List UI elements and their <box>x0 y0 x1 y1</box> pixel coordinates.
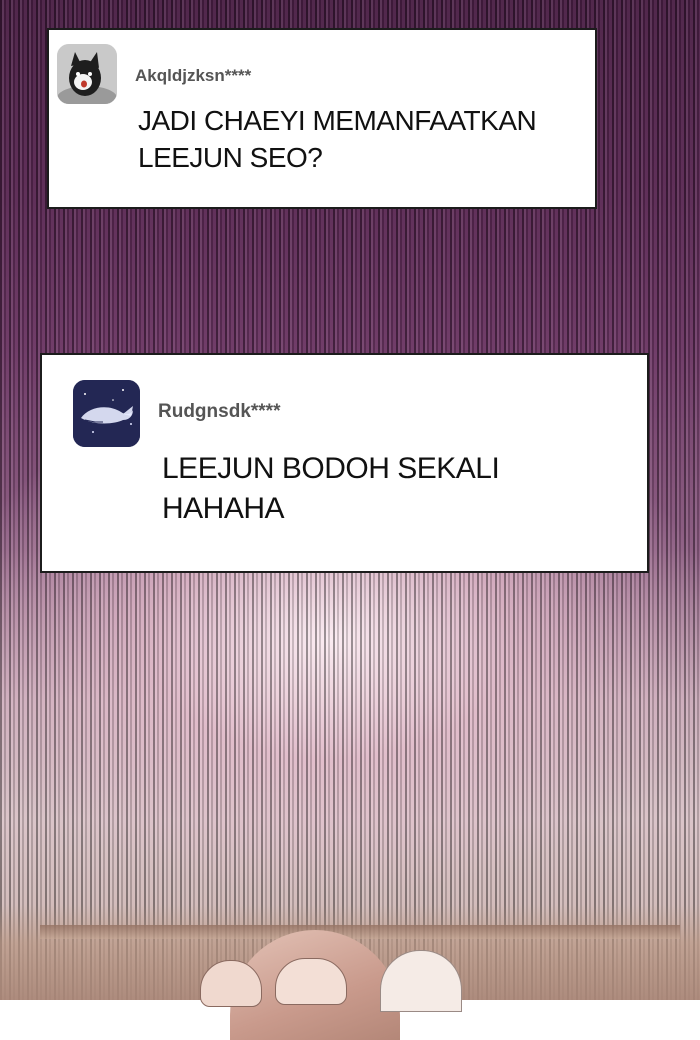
comment-username: Akqldjzksn**** <box>135 66 252 85</box>
whale-avatar-graphic <box>73 380 140 447</box>
cat-avatar-graphic <box>57 44 117 104</box>
comment-text-line: HAHAHA <box>162 492 285 525</box>
comment-text-line: LEEJUN SEO? <box>138 142 323 173</box>
character-right-hand <box>275 958 347 1005</box>
comment-text: LEEJUN BODOH SEKALI HAHAHA <box>162 449 500 529</box>
comment-card: Rudgnsdk**** LEEJUN BODOH SEKALI HAHAHA <box>40 353 649 573</box>
comment-username: Rudgnsdk**** <box>158 401 281 422</box>
comment-text-line: LEEJUN BODOH SEKALI <box>162 452 500 485</box>
comment-text-line: JADI CHAEYI MEMANFAATKAN <box>138 105 537 136</box>
character-shoulder <box>380 950 462 1012</box>
comic-character-head-in-hands <box>190 930 462 1040</box>
cat-avatar-icon <box>57 44 117 104</box>
whale-avatar-icon <box>73 380 140 447</box>
comment-text: JADI CHAEYI MEMANFAATKAN LEEJUN SEO? <box>138 102 537 176</box>
comment-card: Akqldjzksn**** JADI CHAEYI MEMANFAATKAN … <box>47 28 597 209</box>
